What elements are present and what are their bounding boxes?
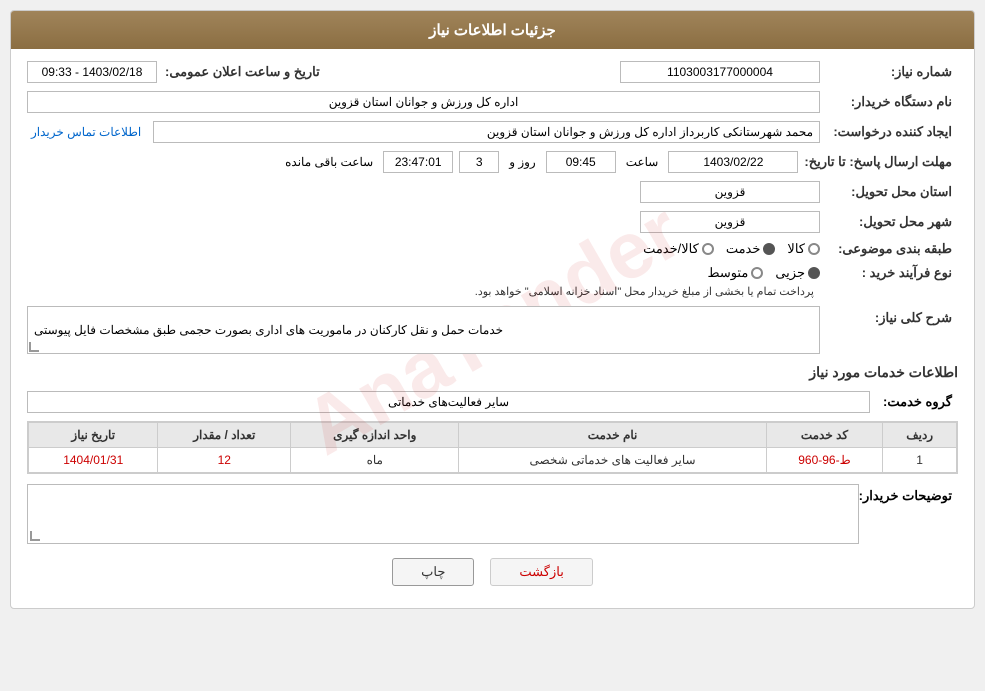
deadline-label: مهلت ارسال پاسخ: تا تاریخ: [804,154,958,170]
subject-type-kala-khedmat-radio[interactable] [702,243,714,255]
buyer-org-value: اداره کل ورزش و جوانان استان قزوین [27,91,820,113]
page-header: جزئیات اطلاعات نیاز [11,11,974,49]
table-cell: 1 [883,448,957,473]
table-cell: 12 [158,448,291,473]
subject-type-kala-label: کالا [787,241,805,257]
subject-type-kala-item: کالا [787,241,820,257]
buyer-org-label: نام دستگاه خریدار: [828,94,958,110]
purchase-type-jozi-item: جزیی [775,265,820,281]
creator-value: محمد شهرستانکی کاربرداز اداره کل ورزش و … [153,121,820,143]
col-date: تاریخ نیاز [29,423,158,448]
purchase-type-mottavset-radio[interactable] [751,267,763,279]
buttons-row: بازگشت چاپ [27,558,958,586]
deadline-remaining-label: ساعت باقی مانده [281,155,377,169]
col-row: ردیف [883,423,957,448]
purchase-type-note: پرداخت تمام یا بخشی از مبلغ خریدار محل "… [475,285,820,298]
purchase-type-mottavset-item: متوسط [707,265,763,281]
table-cell: سایر فعالیت های خدماتی شخصی [459,448,766,473]
buyer-desc-resize[interactable] [30,531,40,541]
page-title: جزئیات اطلاعات نیاز [429,22,556,39]
subject-type-label: طبقه بندی موضوعی: [828,241,958,257]
need-desc-value: خدمات حمل و نقل کارکنان در ماموریت های ا… [27,306,820,354]
table-cell: 1404/01/31 [29,448,158,473]
subject-type-khedmat-item: خدمت [726,241,776,257]
delivery-city-value: قزوین [640,211,820,233]
deadline-date: 1403/02/22 [668,151,798,173]
resize-handle[interactable] [29,342,39,352]
contact-link[interactable]: اطلاعات تماس خریدار [27,125,145,139]
buyer-desc-box [27,484,859,544]
back-button[interactable]: بازگشت [490,558,592,586]
subject-type-kala-radio[interactable] [808,243,820,255]
announce-datetime-value: 1403/02/18 - 09:33 [27,61,157,83]
purchase-type-group: جزیی متوسط [475,265,820,281]
announce-datetime-label: تاریخ و ساعت اعلان عمومی: [165,64,326,80]
services-table: ردیف کد خدمت نام خدمت واحد اندازه گیری ت… [27,421,958,474]
col-code: کد خدمت [766,423,883,448]
subject-type-kala-khedmat-label: کالا/خدمت [643,241,699,257]
service-group-label: گروه خدمت: [878,394,958,410]
deadline-days: 3 [459,151,499,173]
table-cell: ط-96-960 [766,448,883,473]
need-number-value: 1103003177000004 [620,61,820,83]
delivery-province-label: استان محل تحویل: [828,184,958,200]
delivery-city-label: شهر محل تحویل: [828,214,958,230]
deadline-days-label: روز و [505,155,540,169]
subject-type-group: کالا خدمت کالا/خدمت [643,241,820,257]
subject-type-kala-khedmat-item: کالا/خدمت [643,241,714,257]
table-row: 1ط-96-960سایر فعالیت های خدماتی شخصیماه1… [29,448,957,473]
service-group-value: سایر فعالیت‌های خدماتی [27,391,870,413]
deadline-time-label: ساعت [622,155,663,169]
print-button[interactable]: چاپ [392,558,474,586]
col-name: نام خدمت [459,423,766,448]
creator-label: ایجاد کننده درخواست: [828,124,958,140]
deadline-time: 09:45 [546,151,616,173]
purchase-type-label: نوع فرآیند خرید : [828,265,958,281]
need-number-label: شماره نیاز: [828,64,958,80]
services-section-title: اطلاعات خدمات مورد نیاز [27,364,958,385]
table-cell: ماه [291,448,459,473]
purchase-type-jozi-radio[interactable] [808,267,820,279]
need-desc-label: شرح کلی نیاز: [828,306,958,326]
col-unit: واحد اندازه گیری [291,423,459,448]
buyer-desc-section: توضیحات خریدار: [27,484,958,544]
buyer-desc-label: توضیحات خریدار: [859,484,958,504]
subject-type-khedmat-label: خدمت [726,241,761,257]
purchase-type-mottavset-label: متوسط [707,265,748,281]
col-qty: تعداد / مقدار [158,423,291,448]
delivery-province-value: قزوین [640,181,820,203]
subject-type-khedmat-radio[interactable] [763,243,775,255]
purchase-type-jozi-label: جزیی [775,265,805,281]
deadline-remaining: 23:47:01 [383,151,453,173]
